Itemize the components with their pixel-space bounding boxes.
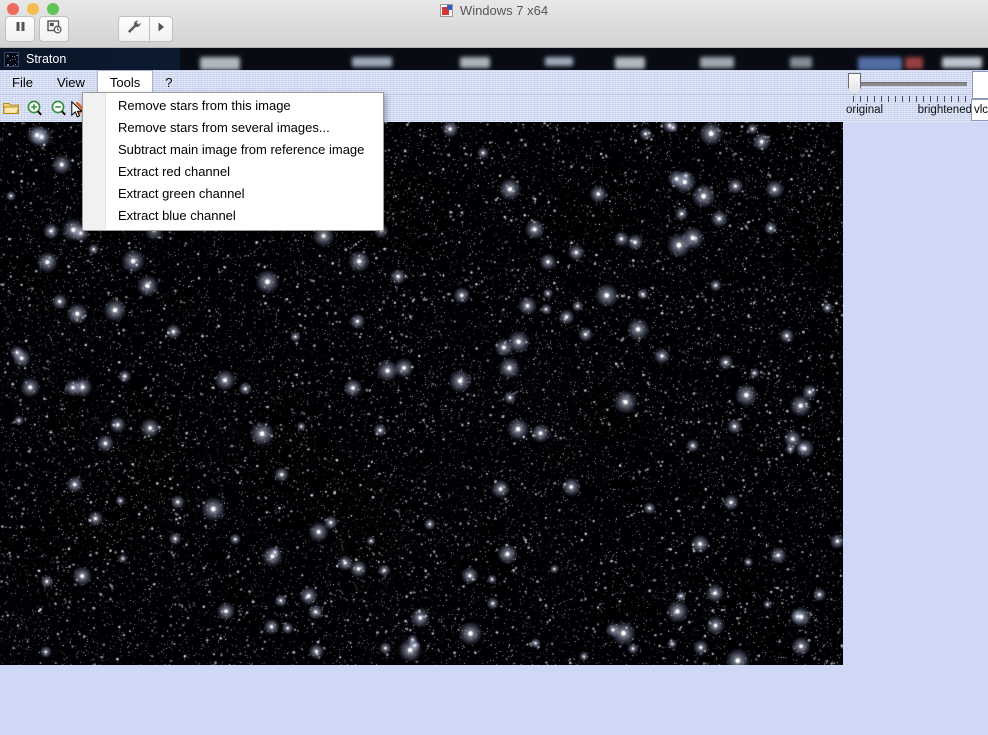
snapshot-group <box>39 16 69 42</box>
pause-vm-button[interactable] <box>5 16 35 42</box>
desktop-window-blur <box>352 57 392 68</box>
screen-root: Windows 7 x64 Straton File View Tools ? … <box>0 0 988 735</box>
desktop-window-blur <box>700 57 734 68</box>
traffic-light-group <box>7 2 59 16</box>
menu-view[interactable]: View <box>45 70 97 94</box>
brightness-slider-track[interactable] <box>857 82 967 86</box>
straton-title-bar[interactable]: Straton <box>0 48 180 70</box>
menu-item-extract-blue-channel[interactable]: Extract blue channel <box>83 205 383 227</box>
desktop-window-blur <box>790 57 812 68</box>
open-folder-icon[interactable] <box>2 100 20 118</box>
menu-item-subtract-main-from-reference[interactable]: Subtract main image from reference image <box>83 139 383 161</box>
brightness-label-original: original <box>846 104 884 116</box>
desktop-window-blur <box>200 57 240 70</box>
straton-title-text: Straton <box>26 52 67 66</box>
desktop-window-blur <box>545 57 573 67</box>
desktop-window-blur <box>858 57 902 70</box>
straton-starfield-icon <box>4 51 19 67</box>
maximize-button[interactable] <box>47 3 59 15</box>
pause-vm-group <box>5 16 35 42</box>
zoom-in-icon[interactable] <box>26 100 44 118</box>
desktop-window-blur <box>905 57 923 69</box>
desktop-window-blur <box>942 57 982 68</box>
edge-text-field[interactable]: vlc <box>971 99 988 121</box>
wrench-icon <box>126 19 142 40</box>
host-window-toolbar: Windows 7 x64 <box>0 0 988 48</box>
menu-tools[interactable]: Tools <box>96 70 154 94</box>
menu-item-extract-red-channel[interactable]: Extract red channel <box>83 161 383 183</box>
edge-panel-top[interactable] <box>972 71 988 99</box>
vm-app-icon <box>439 3 453 17</box>
straton-toolbar-icons <box>0 95 92 122</box>
menu-item-extract-green-channel[interactable]: Extract green channel <box>83 183 383 205</box>
close-button[interactable] <box>7 3 19 15</box>
minimize-button[interactable] <box>27 3 39 15</box>
pause-icon <box>14 20 27 38</box>
vm-tools-button[interactable] <box>118 16 150 42</box>
menu-help[interactable]: ? <box>153 70 184 94</box>
vm-tools-group <box>118 16 173 42</box>
desktop-window-blur <box>615 57 645 69</box>
desktop-window-blur <box>460 57 490 68</box>
brightness-slider-ticks <box>853 96 971 102</box>
vm-run-button[interactable] <box>150 16 173 42</box>
brightness-control: original brightened <box>845 70 973 120</box>
brightness-label-brightened: brightened <box>917 104 972 116</box>
menu-file[interactable]: File <box>0 70 45 94</box>
brightness-slider-thumb[interactable] <box>848 73 861 95</box>
menu-item-remove-stars-this-image[interactable]: Remove stars from this image <box>83 95 383 117</box>
host-window-title: Windows 7 x64 <box>459 2 549 18</box>
brightness-labels: original brightened <box>845 104 973 116</box>
menu-item-remove-stars-several-images[interactable]: Remove stars from several images... <box>83 117 383 139</box>
tools-dropdown-menu: Remove stars from this image Remove star… <box>82 92 384 231</box>
play-triangle-icon <box>156 20 166 38</box>
snapshot-button[interactable] <box>39 16 69 42</box>
snapshot-clock-icon <box>46 19 62 39</box>
zoom-out-icon[interactable] <box>50 100 68 118</box>
